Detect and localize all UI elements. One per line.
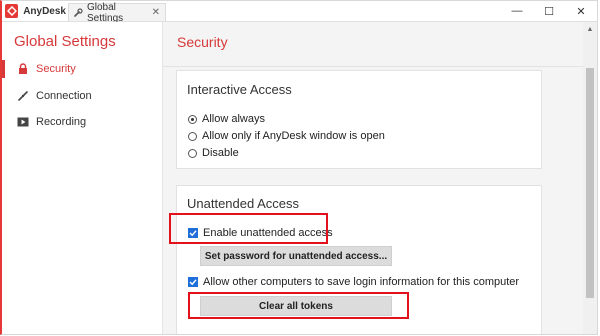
page-title: Security	[177, 34, 228, 50]
interactive-access-title: Interactive Access	[187, 82, 292, 97]
app-tab[interactable]: AnyDesk	[2, 1, 66, 21]
radio-label: Allow always	[202, 113, 265, 125]
checkbox-label: Allow other computers to save login info…	[203, 276, 520, 288]
tab-close-icon[interactable]: ✕	[152, 7, 160, 18]
vertical-scrollbar[interactable]: ▲	[583, 22, 597, 334]
sidebar-item-label: Connection	[36, 90, 92, 102]
minimize-button[interactable]: —	[501, 1, 533, 21]
allow-save-login-checkbox[interactable]: Allow other computers to save login info…	[188, 276, 519, 288]
interactive-access-panel: Interactive Access Allow always Allow on…	[176, 70, 542, 169]
recording-icon	[16, 115, 30, 129]
header-divider	[163, 66, 597, 67]
radio-button[interactable]	[188, 131, 197, 141]
scroll-up-icon[interactable]: ▲	[585, 24, 595, 34]
set-password-button[interactable]: Set password for unattended access...	[200, 246, 392, 266]
scroll-thumb[interactable]	[586, 68, 594, 298]
radio-disable[interactable]: Disable	[188, 147, 239, 159]
radio-label: Allow only if AnyDesk window is open	[202, 130, 385, 142]
lock-icon	[16, 62, 30, 76]
close-button[interactable]: ✕	[565, 1, 597, 21]
sidebar: Global Settings Security Connection Reco…	[2, 22, 163, 334]
main-content: Security Interactive Access Allow always…	[163, 22, 597, 334]
anydesk-logo-icon	[5, 4, 19, 18]
checkbox-checked[interactable]	[188, 228, 198, 238]
enable-unattended-access-checkbox[interactable]: Enable unattended access	[188, 227, 333, 239]
sidebar-item-label: Recording	[36, 116, 87, 128]
sidebar-item-recording[interactable]: Recording	[2, 111, 162, 133]
unattended-access-panel: Unattended Access Enable unattended acce…	[176, 185, 542, 334]
checkbox-label: Enable unattended access	[203, 227, 333, 239]
maximize-button[interactable]: ☐	[533, 1, 565, 21]
unattended-access-title: Unattended Access	[187, 196, 300, 211]
clear-all-tokens-button[interactable]: Clear all tokens	[200, 296, 392, 316]
sidebar-item-connection[interactable]: Connection	[2, 85, 162, 107]
radio-button[interactable]	[188, 114, 197, 124]
tab-label: Global Settings	[87, 1, 124, 24]
wrench-icon	[73, 7, 83, 18]
radio-button[interactable]	[188, 148, 197, 158]
checkbox-checked[interactable]	[188, 277, 198, 287]
title-bar: AnyDesk Global Settings ✕ — ☐ ✕	[2, 1, 597, 24]
sidebar-item-label: Security	[36, 63, 76, 75]
sidebar-item-security[interactable]: Security	[2, 58, 162, 80]
radio-label: Disable	[202, 147, 239, 159]
tab-global-settings[interactable]: Global Settings ✕	[68, 1, 166, 24]
settings-window: AnyDesk Global Settings ✕ — ☐ ✕ Global S…	[0, 0, 598, 335]
sidebar-title: Global Settings	[14, 33, 116, 50]
app-name: AnyDesk	[23, 5, 66, 17]
radio-allow-always[interactable]: Allow always	[188, 113, 265, 125]
radio-allow-if-window-open[interactable]: Allow only if AnyDesk window is open	[188, 130, 385, 142]
connection-icon	[16, 89, 30, 103]
